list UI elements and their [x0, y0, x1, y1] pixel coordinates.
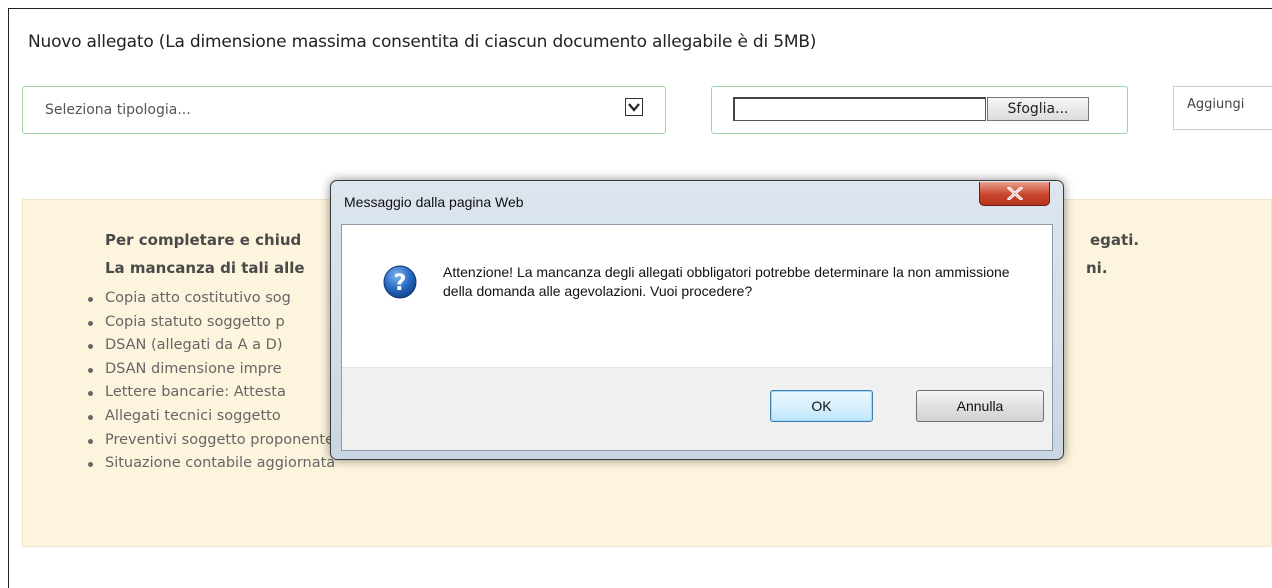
file-upload-field: Sfoglia... — [711, 86, 1128, 134]
list-item: Lettere bancarie: Attesta — [85, 381, 335, 405]
file-path-input[interactable] — [733, 97, 986, 121]
type-select[interactable]: Seleziona tipologia... — [22, 86, 666, 134]
ok-button[interactable]: OK — [770, 390, 873, 422]
browse-button[interactable]: Sfoglia... — [987, 97, 1089, 121]
cancel-button[interactable]: Annulla — [916, 390, 1044, 422]
svg-text:?: ? — [394, 271, 407, 296]
list-item: Copia atto costitutivo sog — [85, 287, 335, 311]
question-icon: ? — [383, 265, 417, 299]
dialog-message: Attenzione! La mancanza degli allegati o… — [443, 264, 1010, 299]
chevron-down-icon[interactable] — [625, 98, 643, 116]
list-item: Allegati tecnici soggetto — [85, 405, 335, 429]
dialog-close-button[interactable] — [979, 182, 1050, 206]
type-select-value: Seleziona tipologia... — [45, 102, 191, 118]
required-attachments-list: Copia atto costitutivo sog Copia statuto… — [85, 287, 335, 476]
close-icon — [1007, 187, 1023, 200]
notice-line-2-left: La mancanza di tali alle — [105, 259, 305, 277]
dialog-title: Messaggio dalla pagina Web — [344, 194, 524, 210]
notice-line-1-left: Per completare e chiud — [105, 231, 302, 249]
list-item: Preventivi soggetto proponente — [85, 429, 335, 453]
notice-line-2-right: ni. — [1086, 259, 1108, 277]
list-item: Situazione contabile aggiornata — [85, 452, 335, 476]
list-item: DSAN dimensione impre — [85, 358, 335, 382]
attachment-section-title: Nuovo allegato (La dimensione massima co… — [28, 32, 817, 52]
list-item: DSAN (allegati da A a D) — [85, 334, 335, 358]
add-attachment-button[interactable]: Aggiungi — [1173, 86, 1272, 130]
confirm-dialog: Messaggio dalla pagina Web ? Attenzione!… — [330, 180, 1064, 460]
dialog-body: ? Attenzione! La mancanza degli allegati… — [341, 224, 1053, 451]
notice-line-1-right: egati. — [1090, 231, 1140, 249]
list-item: Copia statuto soggetto p — [85, 311, 335, 335]
